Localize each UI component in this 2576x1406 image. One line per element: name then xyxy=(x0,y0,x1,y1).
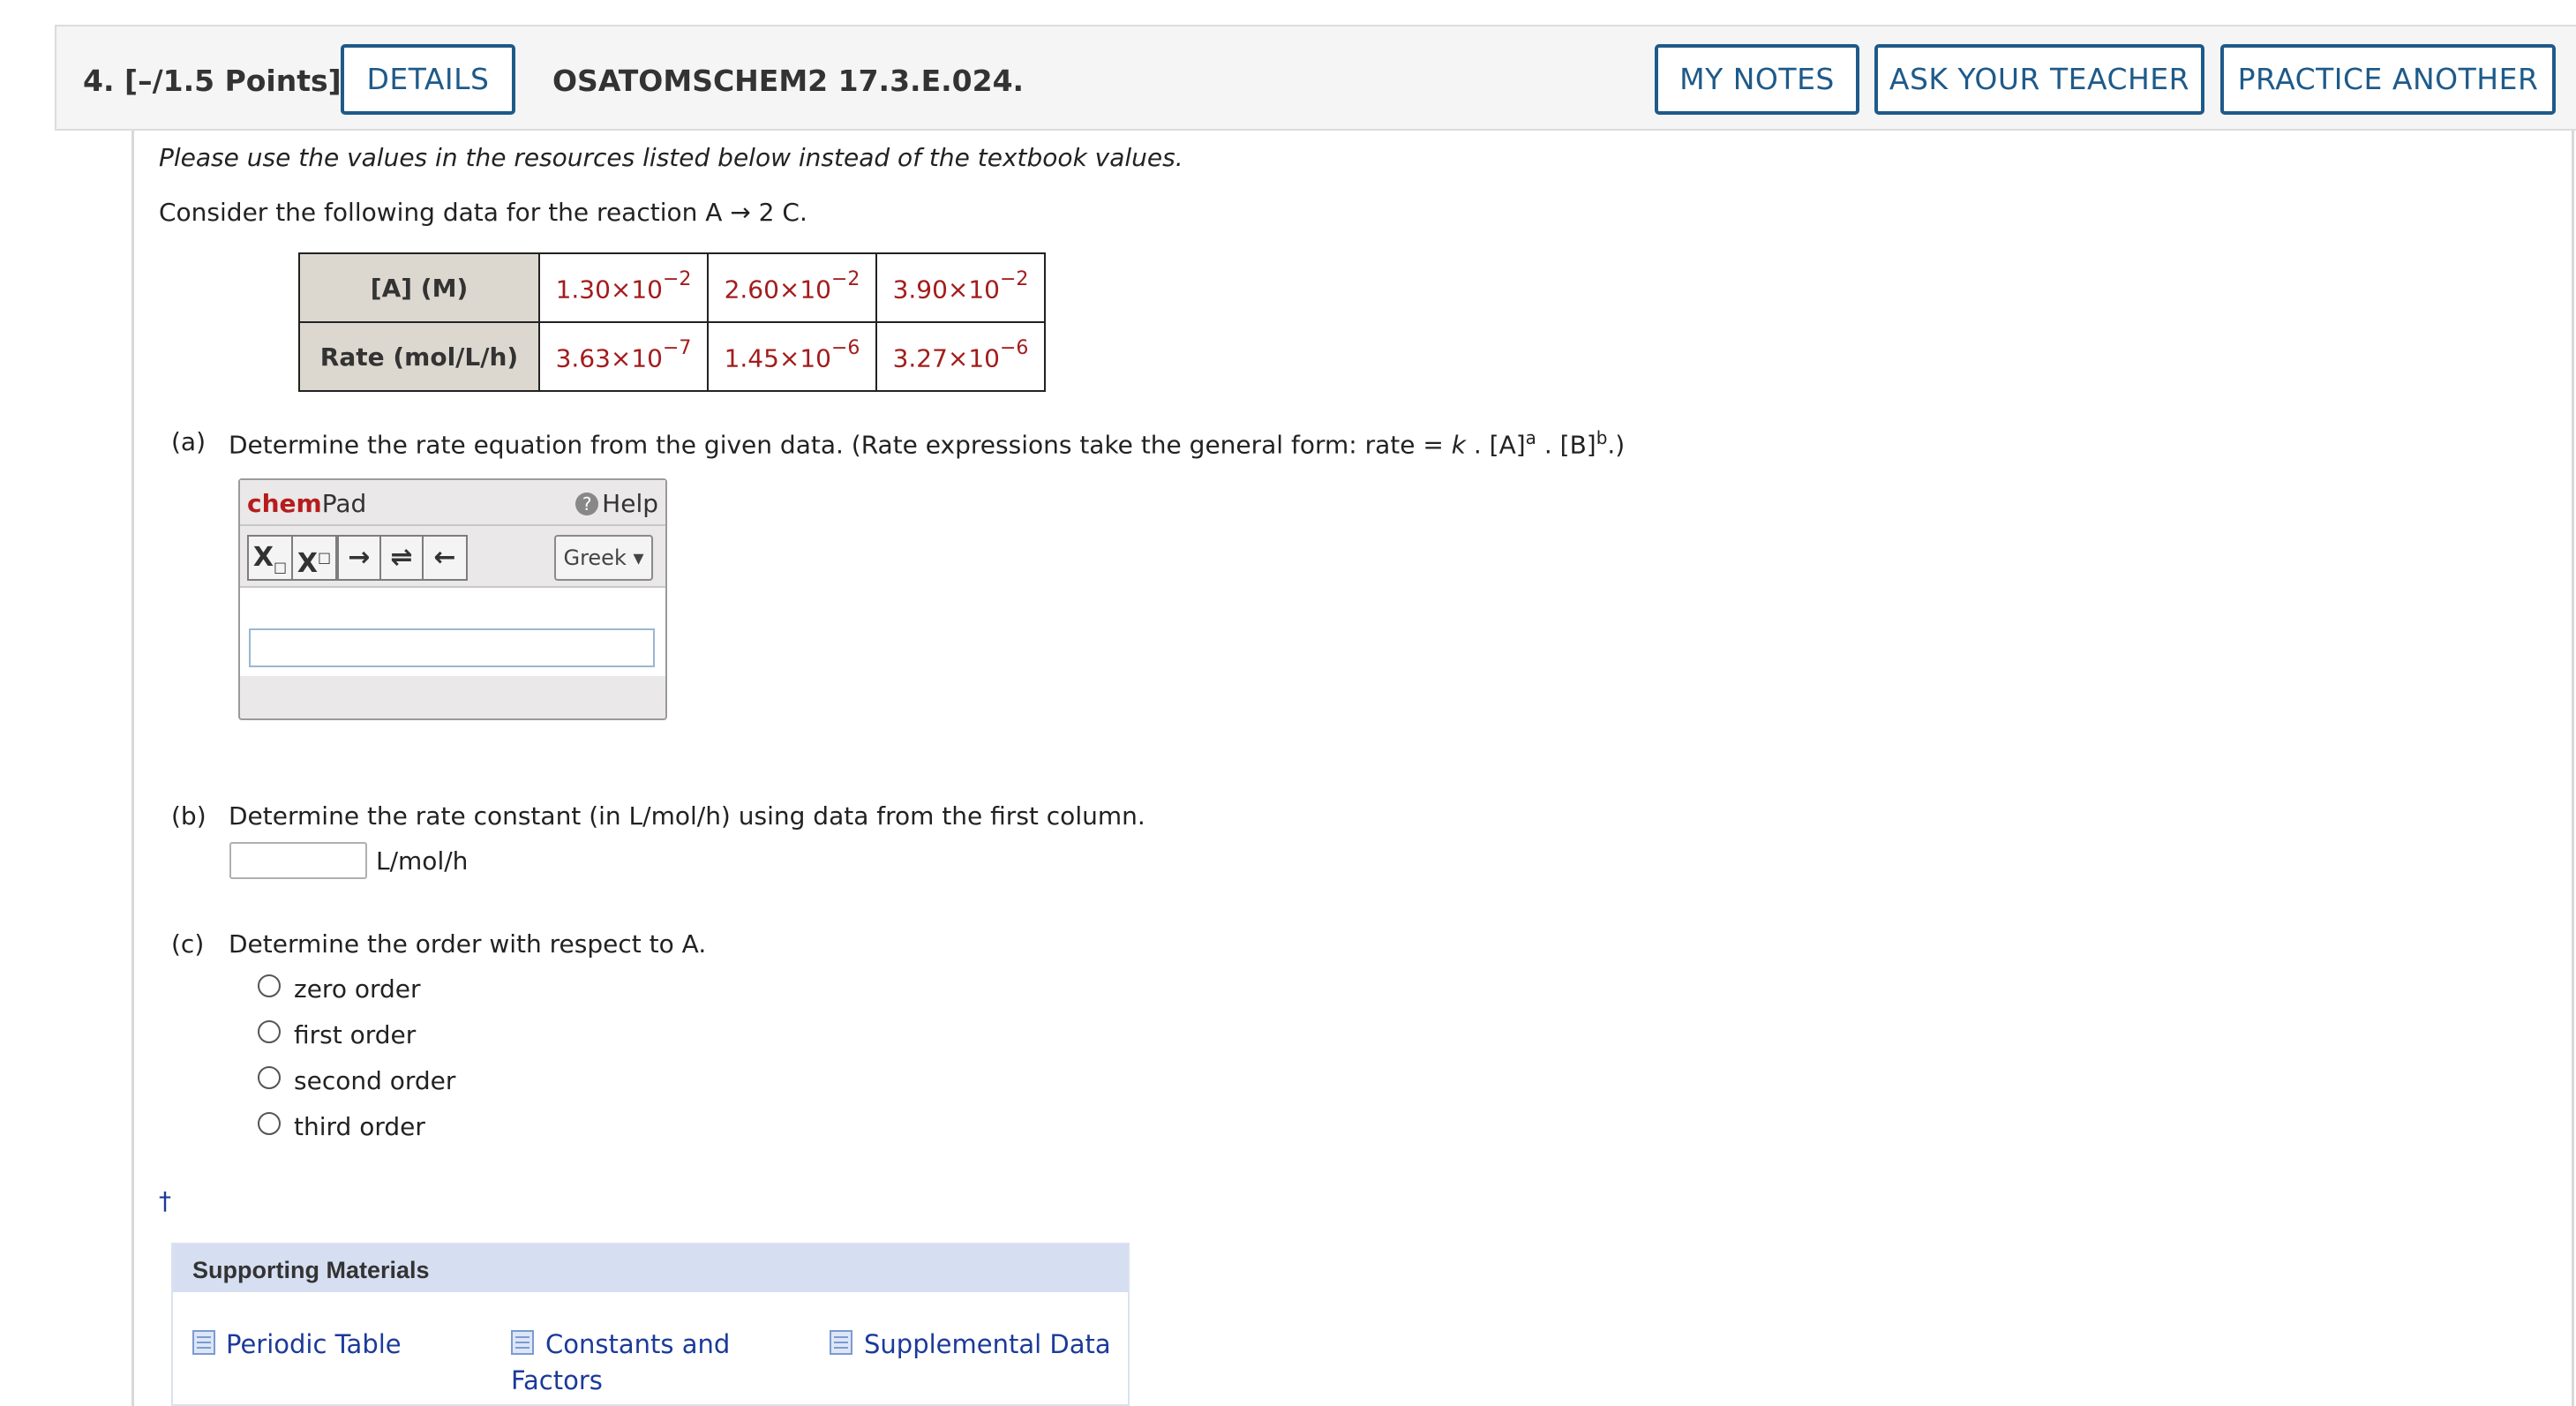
supplemental-data-link[interactable]: Supplemental Data xyxy=(864,1329,1111,1359)
subscript-button[interactable]: X□ xyxy=(247,535,293,581)
part-a-label: (a) xyxy=(171,427,207,456)
table-cell: 3.90×10−2 xyxy=(875,252,1046,323)
table-cell: 3.27×10−6 xyxy=(875,321,1046,392)
supporting-materials-panel: Supporting Materials Periodic Table Cons… xyxy=(171,1243,1130,1406)
table-cell: 3.63×10−7 xyxy=(538,321,709,392)
instruction-note: Please use the values in the resources l… xyxy=(159,143,1183,172)
radio-second-order[interactable] xyxy=(258,1066,281,1089)
greek-dropdown[interactable]: Greek ▾ xyxy=(554,535,653,581)
table-row: [A] (M) 1.30×10−2 2.60×10−2 3.90×10−2 xyxy=(298,252,1046,323)
constants-icon xyxy=(511,1330,534,1355)
my-notes-button[interactable]: MY NOTES xyxy=(1655,44,1859,115)
supporting-materials-title: Supporting Materials xyxy=(192,1257,430,1283)
periodic-table-icon xyxy=(192,1330,215,1355)
chempad-logo: chemPad xyxy=(247,489,367,518)
table-cell: 1.30×10−2 xyxy=(538,252,709,323)
rate-constant-unit: L/mol/h xyxy=(376,846,469,876)
constants-link[interactable]: Constants and xyxy=(545,1329,730,1359)
details-button[interactable]: DETAILS xyxy=(341,44,515,115)
part-c-label: (c) xyxy=(171,929,205,959)
periodic-table-link[interactable]: Periodic Table xyxy=(226,1329,402,1359)
rate-constant-input[interactable] xyxy=(229,842,367,879)
chempad-titlebar: chemPad ? Help xyxy=(240,480,665,526)
chempad-help-link[interactable]: ? Help xyxy=(575,489,658,518)
question-code: OSATOMSCHEM2 17.3.E.024. xyxy=(552,64,1025,98)
chempad-input[interactable] xyxy=(249,628,655,667)
part-b-label: (b) xyxy=(171,801,207,831)
question-number: 4. [–/1.5 Points] xyxy=(83,64,342,98)
table-row-header: [A] (M) xyxy=(298,252,540,323)
part-b-text: Determine the rate constant (in L/mol/h)… xyxy=(229,801,1145,831)
chempad-editor: chemPad ? Help X□ X□ → ⇌ ← Greek ▾ xyxy=(238,478,667,720)
radio-first-order[interactable] xyxy=(258,1020,281,1043)
question-prompt: Consider the following data for the reac… xyxy=(159,198,807,227)
option-label: first order xyxy=(294,1020,417,1049)
option-label: zero order xyxy=(294,974,421,1004)
practice-another-button[interactable]: PRACTICE ANOTHER xyxy=(2220,44,2556,115)
part-c-text: Determine the order with respect to A. xyxy=(229,929,707,959)
footnote-dagger: † xyxy=(159,1186,171,1215)
ask-teacher-button[interactable]: ASK YOUR TEACHER xyxy=(1874,44,2204,115)
equilibrium-arrow-icon[interactable]: ⇌ xyxy=(379,535,424,581)
table-cell: 1.45×10−6 xyxy=(707,321,877,392)
table-row: Rate (mol/L/h) 3.63×10−7 1.45×10−6 3.27×… xyxy=(298,321,1046,392)
superscript-button[interactable]: X□ xyxy=(291,535,337,581)
supporting-materials-header: Supporting Materials xyxy=(173,1244,1128,1292)
part-a-text: Determine the rate equation from the giv… xyxy=(229,427,1626,460)
supplemental-data-icon xyxy=(830,1330,852,1355)
radio-zero-order[interactable] xyxy=(258,974,281,997)
option-label: third order xyxy=(294,1112,425,1141)
option-label: second order xyxy=(294,1066,456,1095)
content-frame-left xyxy=(131,131,134,1406)
arrow-left-icon[interactable]: ← xyxy=(422,535,468,581)
radio-third-order[interactable] xyxy=(258,1112,281,1135)
table-row-header: Rate (mol/L/h) xyxy=(298,321,540,392)
question-header: 4. [–/1.5 Points] DETAILS OSATOMSCHEM2 1… xyxy=(55,25,2576,131)
arrow-right-icon[interactable]: → xyxy=(337,535,381,581)
constants-link-continued[interactable]: Factors xyxy=(511,1365,603,1395)
data-table: [A] (M) 1.30×10−2 2.60×10−2 3.90×10−2 Ra… xyxy=(298,252,1046,392)
content-frame-right xyxy=(2572,131,2574,1406)
chempad-toolbar: X□ X□ → ⇌ ← Greek ▾ xyxy=(240,526,665,588)
help-icon: ? xyxy=(575,492,599,515)
table-cell: 2.60×10−2 xyxy=(707,252,877,323)
